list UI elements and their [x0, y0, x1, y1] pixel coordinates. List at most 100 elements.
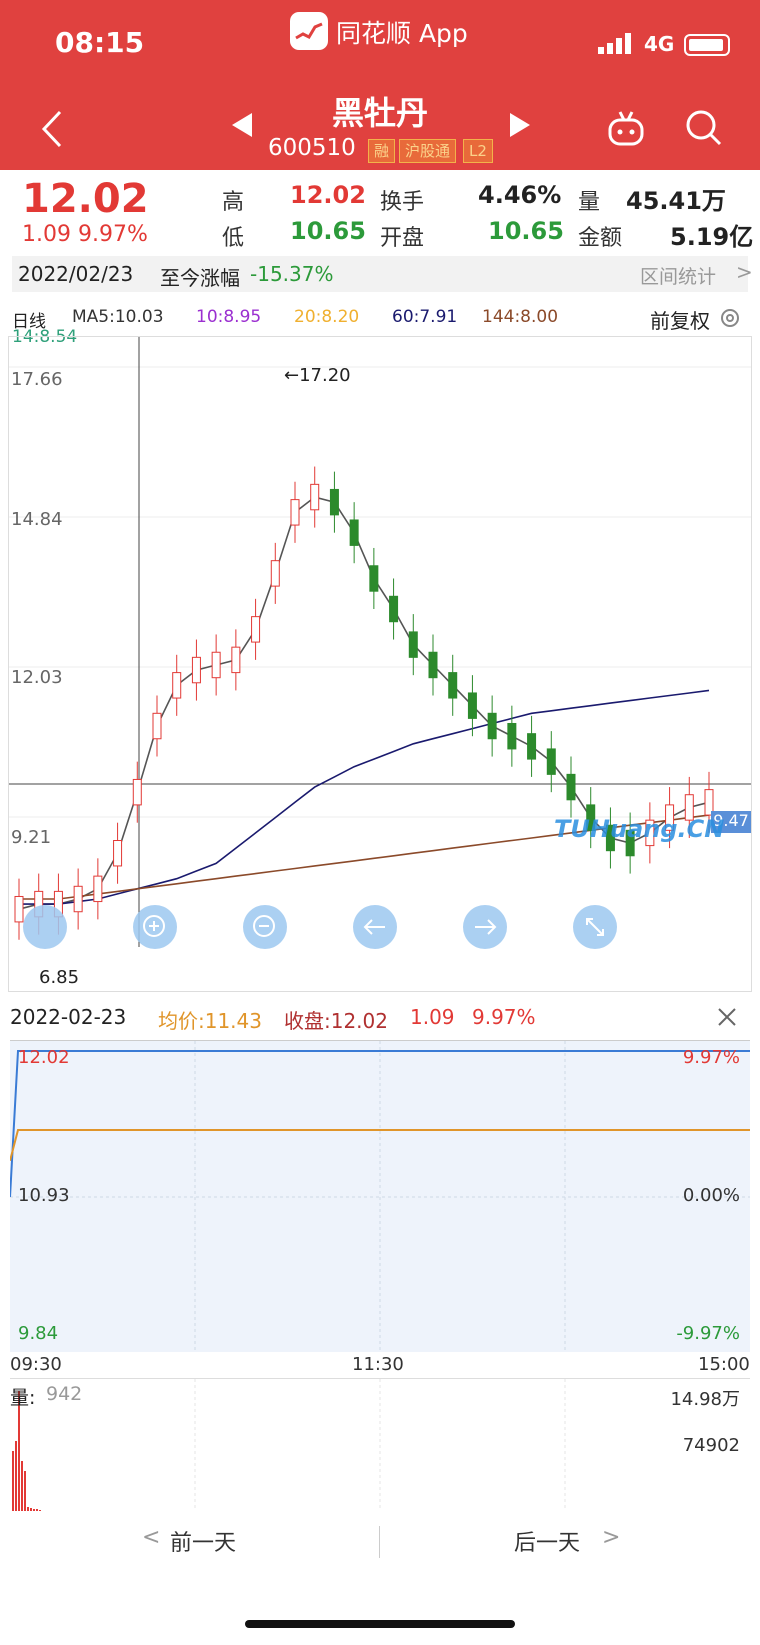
price-change: 1.09	[22, 222, 71, 247]
avg-price-label: 均价:11.43	[158, 1009, 262, 1033]
low-note: 6.85	[39, 967, 80, 988]
volume-bar	[33, 1509, 35, 1511]
start-date: 2022/02/23	[18, 262, 134, 286]
candle-body	[172, 672, 182, 699]
volume-bar	[21, 1461, 23, 1511]
stock-code: 600510	[268, 135, 356, 161]
pan-right-button[interactable]	[463, 905, 507, 949]
since-label: 至今涨幅	[160, 266, 240, 290]
intra-left-top: 12.02	[18, 1047, 70, 1068]
open-label: 开盘	[380, 226, 425, 251]
tag-l2: L2	[463, 139, 493, 163]
battery-icon	[684, 34, 730, 56]
intra-left-bottom: 9.84	[18, 1323, 59, 1344]
signal-icon	[598, 33, 631, 54]
range-stats-link[interactable]: 区间统计	[640, 262, 716, 289]
candle-body	[310, 483, 320, 511]
candle-body	[191, 656, 201, 684]
pan-left-button[interactable]	[353, 905, 397, 949]
volume-chart	[12, 1379, 566, 1511]
settings-gear-icon[interactable]	[718, 306, 742, 330]
next-day-button[interactable]: 后一天	[514, 1525, 580, 1557]
intraday-chart	[9, 1041, 750, 1353]
fullscreen-button[interactable]	[573, 905, 617, 949]
candle-body	[369, 565, 379, 592]
collapse-button[interactable]	[23, 905, 67, 949]
candle-body	[93, 875, 103, 903]
volume-bar	[27, 1507, 29, 1511]
vol-right-top: 14.98万	[670, 1389, 740, 1410]
zoom-out-button[interactable]	[243, 905, 287, 949]
robot-assistant-icon[interactable]	[604, 108, 648, 152]
home-indicator	[245, 1620, 515, 1628]
intra-right-bottom: -9.97%	[676, 1323, 740, 1344]
intraday-change-pct: 9.97%	[472, 1005, 536, 1029]
candle-body	[251, 616, 261, 643]
vol-right-mid: 74902	[682, 1435, 740, 1456]
candle-body	[152, 712, 162, 740]
volume-bar	[12, 1451, 14, 1511]
amount-label: 金额	[578, 226, 623, 251]
ma144-value: 144:8.00	[482, 307, 559, 327]
intraday-chart-panel[interactable]: 12.02 10.93 9.84 9.97% 0.00% -9.97%	[9, 1040, 750, 1353]
candle-body	[73, 885, 83, 913]
high-label: 高	[222, 190, 245, 215]
next-stock-icon[interactable]	[508, 112, 532, 138]
candle-body	[527, 733, 537, 760]
volume-bar	[39, 1510, 41, 1511]
candle-body	[132, 778, 142, 806]
volume-value: 942	[46, 1383, 83, 1405]
prev-day-button[interactable]: 前一天	[170, 1525, 236, 1557]
candle-body	[113, 840, 123, 867]
candle-body	[290, 499, 300, 526]
adjust-selector[interactable]: 前复权	[650, 305, 710, 334]
kline-chart	[9, 337, 751, 947]
candle-body	[487, 712, 497, 740]
volume-value: 45.41万	[626, 187, 726, 215]
open-value: 10.65	[488, 217, 564, 245]
chevron-right-icon: >	[602, 1525, 621, 1550]
ma10-value: 10:8.95	[196, 307, 262, 327]
intra-right-top: 9.97%	[682, 1047, 740, 1068]
app-screen: { "status_bar": {"time": "08:15", "netwo…	[0, 0, 760, 1645]
candle-body	[389, 595, 399, 623]
tag-margin: 融	[368, 139, 396, 163]
search-icon[interactable]	[682, 106, 726, 150]
close-icon[interactable]	[716, 1006, 738, 1028]
y-label-3: 12.03	[11, 667, 63, 688]
volume-bar	[15, 1441, 17, 1511]
volume-panel: 量: 942 14.98万 74902	[10, 1378, 750, 1511]
candle-body	[546, 748, 556, 775]
volume-title: 量:	[10, 1387, 36, 1409]
volume-bar	[36, 1509, 38, 1511]
y-label-top: 17.66	[11, 369, 63, 390]
status-time: 08:15	[55, 26, 145, 59]
low-label: 低	[222, 226, 245, 251]
network-type: 4G	[644, 32, 675, 56]
ma-line-ma60	[19, 689, 710, 905]
candle-body	[507, 722, 517, 750]
kline-chart-panel[interactable]: 17.66 14.84 12.03 9.21 ←17.20 6.85 9.47 …	[8, 336, 752, 992]
app-title: 同花顺 App	[336, 19, 468, 48]
time-label-noon: 11:30	[352, 1354, 404, 1375]
candle-body	[566, 773, 576, 801]
turnover-value: 4.46%	[478, 181, 562, 209]
date-range-bar: 2022/02/23 至今涨幅 -15.37% 区间统计 >	[12, 256, 753, 292]
ma60-value: 60:7.91	[392, 307, 458, 327]
time-label-open: 09:30	[10, 1354, 62, 1375]
candle-body	[467, 692, 477, 719]
high-value: 12.02	[290, 181, 366, 209]
intraday-change: 1.09	[410, 1005, 455, 1029]
close-price-label: 收盘:12.02	[284, 1009, 388, 1033]
intra-right-mid: 0.00%	[682, 1185, 740, 1206]
candle-body	[408, 631, 418, 658]
intraday-date: 2022-02-23	[10, 1005, 127, 1029]
candle-body	[448, 672, 458, 699]
volume-label: 量	[578, 190, 601, 215]
current-price: 12.02	[22, 176, 149, 222]
candle-body	[14, 895, 24, 923]
ma5-value: MA5:10.03	[72, 307, 164, 327]
zoom-in-button[interactable]	[133, 905, 177, 949]
watermark: TUHuang.CN	[554, 815, 725, 843]
amount-value: 5.19亿	[670, 223, 754, 251]
